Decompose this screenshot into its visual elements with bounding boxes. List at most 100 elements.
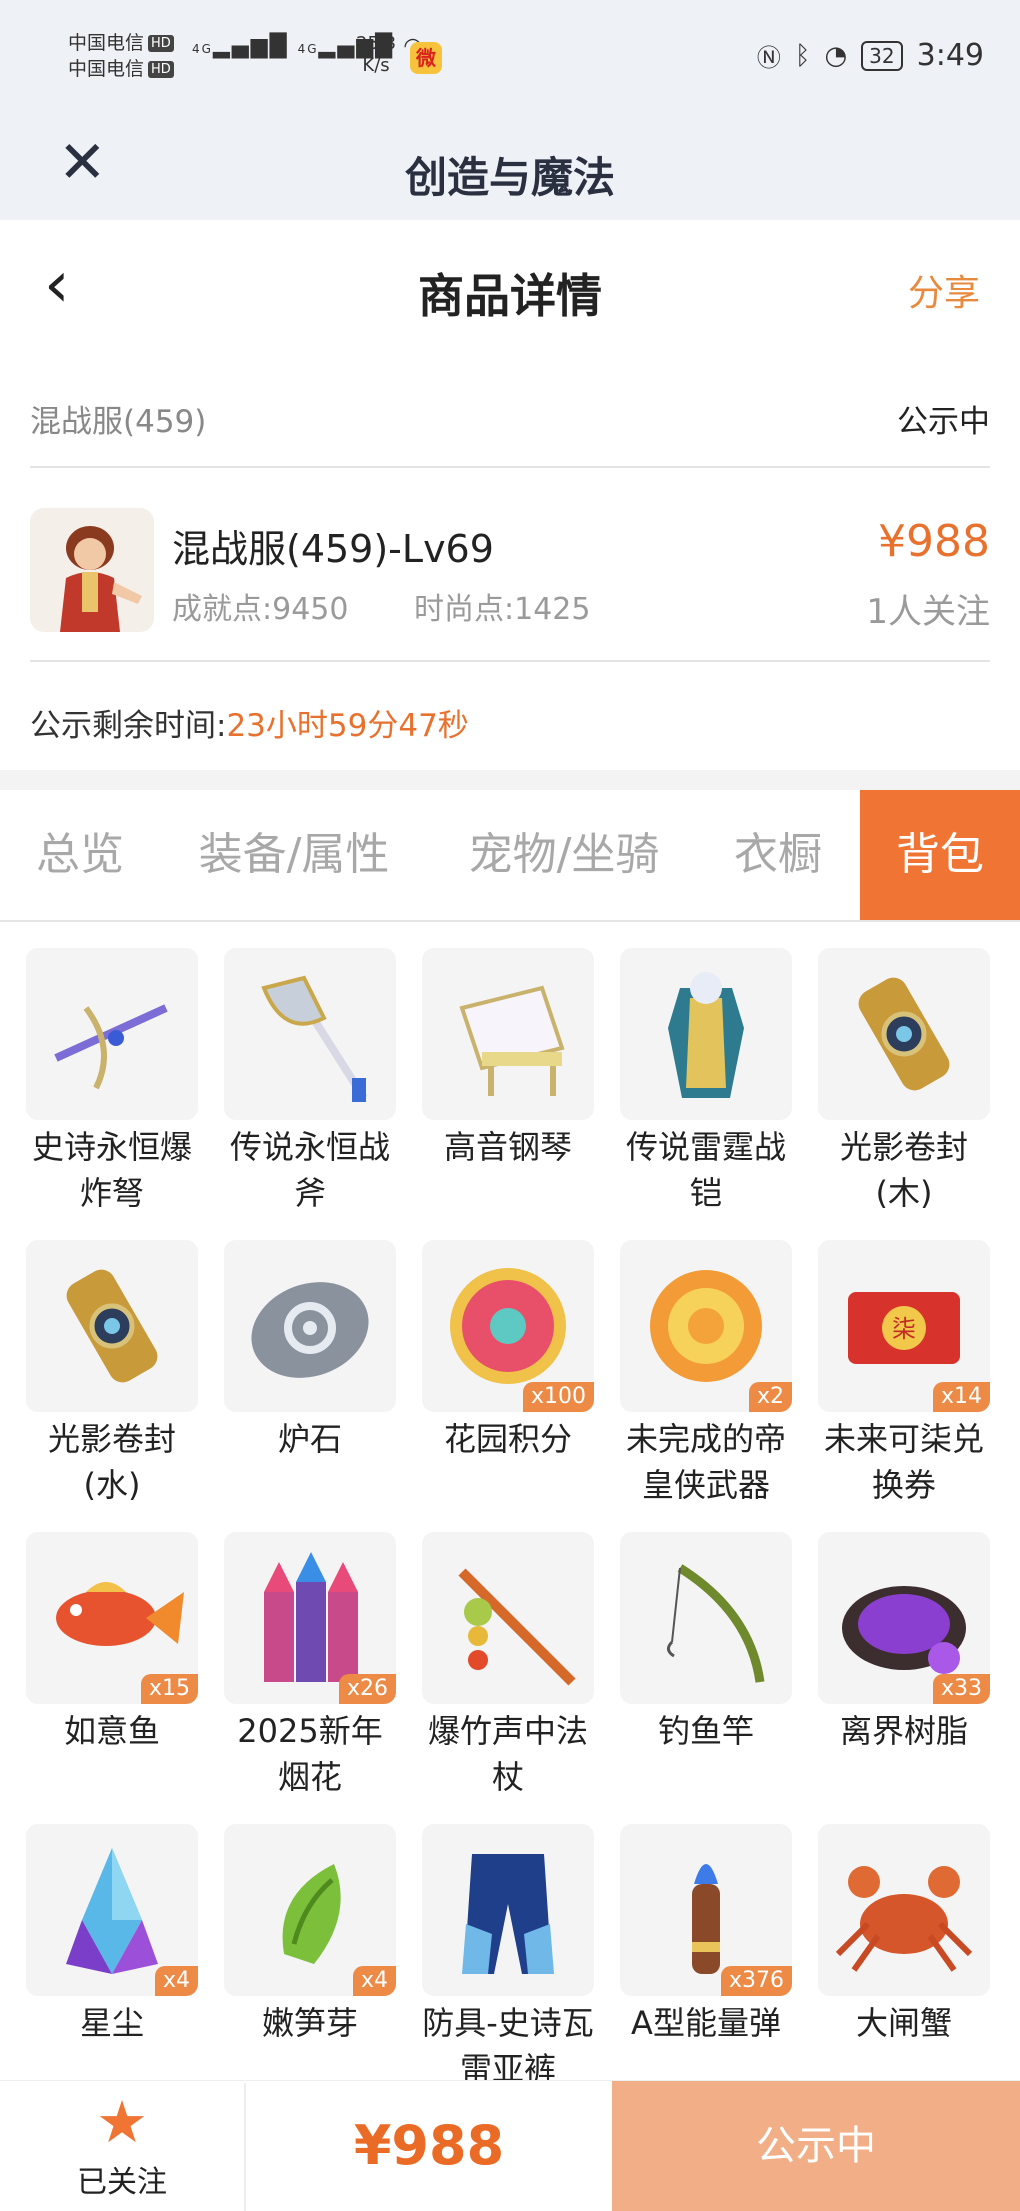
product-summary[interactable]: 混战服(459)-Lv69 成就点:9450 时尚点:1425 ¥988 1人关… [30, 468, 990, 662]
scroll-icon [818, 948, 990, 1120]
backpack-item[interactable]: x2 未完成的帝皇侠武器 [620, 1240, 792, 1508]
item-name: 未完成的帝皇侠武器 [625, 1420, 786, 1504]
tab-wardrobe[interactable]: 衣橱 [706, 790, 850, 920]
bottom-bar: ★ 已关注 ¥988 公示中 [0, 2080, 1020, 2211]
star-icon: ★ [96, 2088, 148, 2156]
bottom-price: ¥988 [353, 2114, 505, 2177]
quantity-badge: x26 [338, 1674, 396, 1704]
carrier-info: 中国电信 HD 中国电信 HD [68, 30, 174, 82]
listing-row: 混战服(459) 公示中 [30, 370, 990, 468]
backpack-item[interactable]: 防具-史诗瓦雷亚裤 [422, 1824, 594, 2092]
pants-icon [422, 1824, 594, 1996]
backpack-item[interactable]: x376 A型能量弹 [620, 1824, 792, 2046]
item-name: 传说雷霆战铠 [625, 1128, 786, 1212]
crystal-icon: x4 [26, 1824, 198, 1996]
backpack-item[interactable]: 爆竹声中法杖 [422, 1532, 594, 1800]
quantity-badge: x4 [154, 1966, 198, 1996]
hd-badge: HD [148, 61, 174, 78]
quantity-badge: x376 [720, 1966, 792, 1996]
app-title: 创造与魔法 [404, 153, 615, 202]
hearthstone-icon [224, 1240, 396, 1412]
item-name: 大闸蟹 [855, 2004, 952, 2042]
backpack-item[interactable]: 传说永恒战斧 [224, 948, 396, 1216]
quantity-badge: x100 [522, 1382, 594, 1412]
clock: 3:49 [916, 38, 984, 73]
item-name: 嫩笋芽 [261, 2004, 358, 2042]
bamboo-shoot-icon: x4 [224, 1824, 396, 1996]
backpack-item[interactable]: x4 星尘 [26, 1824, 198, 2046]
svg-text:柒: 柒 [892, 1315, 916, 1343]
fish-icon: x15 [26, 1532, 198, 1704]
status-right: Ⓝ ᛒ ◔ 32 3:49 [757, 38, 984, 73]
item-name: A型能量弹 [631, 2004, 781, 2042]
speedometer-icon: ◔ [824, 40, 848, 71]
remaining-time: 公示剩余时间:23小时59分47秒 [30, 700, 469, 745]
share-button[interactable]: 分享 [908, 264, 980, 316]
page-title: 商品详情 [418, 269, 602, 323]
product-stats: 成就点:9450 时尚点:1425 [172, 584, 646, 628]
fire-orb-icon: x2 [620, 1240, 792, 1412]
follower-count: 1人关注 [866, 592, 990, 632]
tab-pets[interactable]: 宠物/坐骑 [442, 790, 686, 920]
bluetooth-icon: ᛒ [794, 40, 811, 71]
backpack-item[interactable]: x26 2025新年烟花 [224, 1532, 396, 1800]
battery-icon: 32 [861, 40, 903, 71]
quantity-badge: x14 [932, 1382, 990, 1412]
app-bar: ✕ 创造与魔法 [0, 116, 1020, 220]
tab-backpack[interactable]: 背包 [860, 790, 1020, 920]
backpack-item[interactable]: 史诗永恒爆炸弩 [26, 948, 198, 1216]
resin-icon: x33 [818, 1532, 990, 1704]
fashion-points: 时尚点:1425 [414, 592, 591, 627]
item-name: 史诗永恒爆炸弩 [31, 1128, 192, 1212]
ticket-icon: 柒 x14 [818, 1240, 990, 1412]
carrier-2: 中国电信 [68, 58, 145, 80]
fishing-rod-icon [620, 1532, 792, 1704]
weibo-icon: 微 [410, 42, 442, 74]
quantity-badge: x33 [932, 1674, 990, 1704]
quantity-badge: x2 [748, 1382, 792, 1412]
remaining-label: 公示剩余时间: [30, 708, 227, 744]
crossbow-icon [26, 948, 198, 1120]
backpack-item[interactable]: x15 如意鱼 [26, 1532, 198, 1754]
backpack-item[interactable]: 高音钢琴 [422, 948, 594, 1170]
tab-bar: 总览 装备/属性 宠物/坐骑 衣橱 背包 [0, 790, 1020, 922]
backpack-item[interactable]: 柒 x14 未来可柒兑换券 [818, 1240, 990, 1508]
status-bar: 中国电信HD 中国电信HD 4G▂▄▆█ 4G▂▄▆█ ◠ 25.3 K/s 微… [0, 0, 1020, 116]
backpack-item[interactable]: x33 离界树脂 [818, 1532, 990, 1754]
follow-label: 已关注 [77, 2165, 167, 2200]
listing-name: 混战服(459) [30, 404, 207, 440]
product-title: 混战服(459)-Lv69 [172, 527, 494, 571]
backpack-item[interactable]: 光影卷封(木) [818, 948, 990, 1216]
tab-overview[interactable]: 总览 [0, 790, 160, 920]
item-name: 离界树脂 [839, 1712, 968, 1750]
scroll-icon [26, 1240, 198, 1412]
item-name: 传说永恒战斧 [229, 1128, 390, 1212]
listing-status: 公示中 [897, 404, 990, 440]
backpack-item[interactable]: 传说雷霆战铠 [620, 948, 792, 1216]
section-divider [0, 770, 1020, 790]
backpack-item[interactable]: 光影卷封(水) [26, 1240, 198, 1508]
nfc-icon: Ⓝ [756, 44, 781, 72]
axe-icon [224, 948, 396, 1120]
item-name: 光影卷封(水) [47, 1420, 176, 1504]
crab-icon [818, 1824, 990, 1996]
backpack-item[interactable]: x4 嫩笋芽 [224, 1824, 396, 2046]
item-name: 2025新年烟花 [237, 1712, 383, 1796]
tab-equipment[interactable]: 装备/属性 [170, 790, 418, 920]
item-name: 炉石 [277, 1420, 342, 1458]
backpack-item[interactable]: x100 花园积分 [422, 1240, 594, 1462]
follow-button[interactable]: ★ 已关注 [60, 2081, 184, 2211]
item-name: 未来可柒兑换券 [823, 1420, 984, 1504]
backpack-item[interactable]: 钓鱼竿 [620, 1532, 792, 1754]
staff-icon [422, 1532, 594, 1704]
item-name: 花园积分 [443, 1420, 572, 1458]
backpack-item[interactable]: 大闸蟹 [818, 1824, 990, 2046]
remaining-value: 23小时59分47秒 [226, 708, 469, 744]
item-name: 高音钢琴 [443, 1128, 572, 1166]
status-button[interactable]: 公示中 [612, 2081, 1020, 2211]
quantity-badge: x4 [352, 1966, 396, 1996]
firework-icon: x26 [224, 1532, 396, 1704]
hd-badge: HD [148, 35, 174, 52]
backpack-item[interactable]: 炉石 [224, 1240, 396, 1462]
item-name: 爆竹声中法杖 [427, 1712, 588, 1796]
